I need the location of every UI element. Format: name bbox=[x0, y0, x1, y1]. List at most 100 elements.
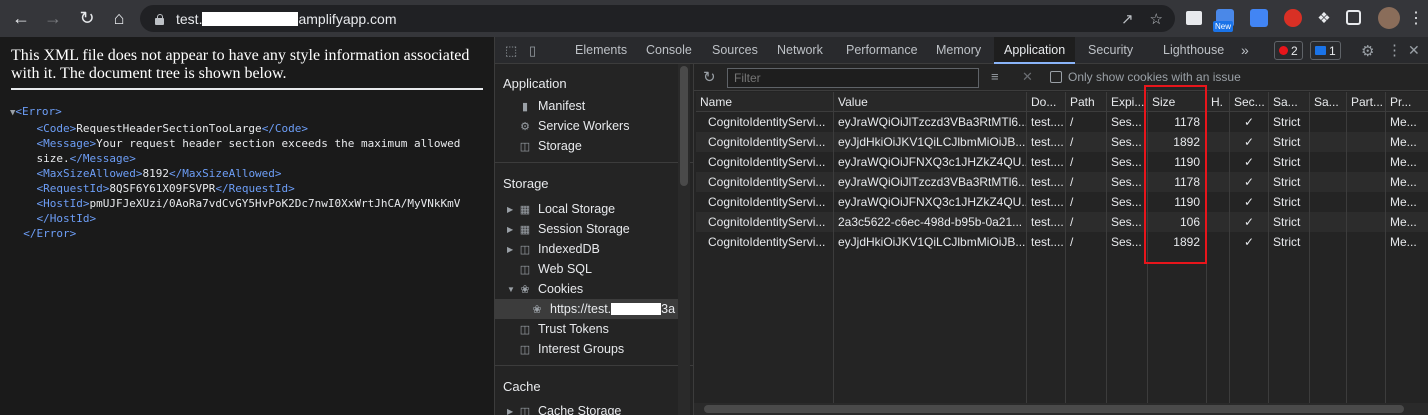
cookie-row[interactable]: CognitoIdentityServi... eyJjdHkiOiJKV1QiL… bbox=[696, 232, 1428, 252]
home-icon[interactable]: ⌂ bbox=[104, 3, 134, 33]
close-devtools-icon[interactable]: ✕ bbox=[1408, 42, 1420, 59]
google-translate-icon[interactable] bbox=[1250, 9, 1268, 27]
cell-priority: Me... bbox=[1386, 152, 1428, 172]
tab-security[interactable]: Security bbox=[1088, 37, 1133, 64]
column-header-priority[interactable]: Pr... bbox=[1386, 92, 1428, 112]
column-header-sameparty[interactable]: Sa... bbox=[1310, 92, 1347, 112]
errors-badge[interactable]: 2 bbox=[1274, 41, 1303, 60]
column-header-name[interactable]: Name bbox=[696, 92, 834, 112]
sidebar-item-storage[interactable]: ◫ Storage bbox=[517, 136, 582, 156]
address-bar[interactable]: test. amplifyapp.com ↗ ☆ bbox=[140, 5, 1175, 32]
sidebar-item-manifest[interactable]: ▮ Manifest bbox=[517, 96, 585, 116]
filter-input[interactable] bbox=[727, 68, 979, 88]
sidebar-item-interest-groups[interactable]: ◫ Interest Groups bbox=[517, 339, 624, 359]
scrollbar-thumb[interactable] bbox=[704, 405, 1404, 413]
origin-redaction bbox=[611, 303, 662, 315]
expand-arrow-icon[interactable]: ▶ bbox=[507, 205, 517, 214]
more-tabs-icon[interactable]: » bbox=[1241, 37, 1249, 64]
cookie-origin-prefix: https://test. bbox=[550, 302, 612, 316]
forward-arrow-icon[interactable]: → bbox=[38, 3, 68, 33]
sidebar-item-cookie-origin[interactable]: ❀ https://test. 3a bbox=[495, 299, 678, 319]
cell-priority: Me... bbox=[1386, 212, 1428, 232]
cookie-row[interactable]: CognitoIdentityServi... eyJraWQiOiJlTzczd… bbox=[696, 172, 1428, 192]
sidebar-scrollbar[interactable] bbox=[678, 64, 690, 415]
sidebar-item-cache-storage[interactable]: ▶ ◫ Cache Storage bbox=[507, 401, 621, 415]
tab-application[interactable]: Application bbox=[994, 37, 1076, 64]
browser-menu-icon[interactable]: ⋮ bbox=[1408, 8, 1424, 28]
database-icon: ◫ bbox=[519, 405, 531, 415]
tab-performance[interactable]: Performance bbox=[846, 37, 918, 64]
expand-arrow-icon[interactable]: ▶ bbox=[507, 407, 517, 415]
sidebar-item-service-workers[interactable]: ⚙ Service Workers bbox=[517, 116, 629, 136]
only-issues-toggle[interactable]: Only show cookies with an issue bbox=[1050, 70, 1241, 84]
column-header-httponly[interactable]: H. bbox=[1207, 92, 1230, 112]
bookmark-star-icon[interactable]: ☆ bbox=[1150, 10, 1163, 28]
sidebar-item-trust-tokens[interactable]: ◫ Trust Tokens bbox=[517, 319, 609, 339]
expand-arrow-icon[interactable]: ▶ bbox=[507, 245, 517, 254]
tab-sources[interactable]: Sources bbox=[712, 37, 758, 64]
sidebar-item-label: Local Storage bbox=[538, 202, 616, 216]
tab-lighthouse[interactable]: Lighthouse bbox=[1163, 37, 1224, 64]
cookies-panel: ↻ ≡ ✕ Only show cookies with an issue Na… bbox=[694, 64, 1428, 415]
messages-badge[interactable]: 1 bbox=[1310, 41, 1341, 60]
table-horizontal-scrollbar[interactable] bbox=[694, 403, 1428, 415]
column-header-secure[interactable]: Sec... bbox=[1230, 92, 1269, 112]
cell-value: eyJjdHkiOiJKV1QiLCJlbmMiOiJB... bbox=[834, 132, 1027, 152]
column-header-path[interactable]: Path bbox=[1066, 92, 1107, 112]
cell-path: / bbox=[1066, 112, 1107, 132]
reload-icon[interactable]: ↻ bbox=[72, 3, 102, 33]
settings-gear-icon[interactable]: ⚙ bbox=[1361, 42, 1374, 60]
tab-memory[interactable]: Memory bbox=[936, 37, 981, 64]
sidebar-item-session-storage[interactable]: ▶ ▦ Session Storage bbox=[507, 219, 630, 239]
devtools-tabbar: ⬚ ▯ Elements Console Sources Network Per… bbox=[495, 37, 1428, 64]
sidebar-item-web-sql[interactable]: ◫ Web SQL bbox=[517, 259, 592, 279]
cell-domain: test.... bbox=[1027, 232, 1066, 252]
cell-name: CognitoIdentityServi... bbox=[696, 152, 834, 172]
clear-filtered-icon[interactable]: ≡ bbox=[991, 69, 999, 84]
cell-partition-key bbox=[1347, 112, 1386, 132]
grid-icon: ▦ bbox=[519, 203, 531, 216]
tab-search-extension-icon[interactable] bbox=[1186, 11, 1202, 25]
tab-console[interactable]: Console bbox=[646, 37, 692, 64]
cell-sameparty bbox=[1310, 152, 1347, 172]
sidebar-item-label: Cookies bbox=[538, 282, 584, 296]
side-panel-icon[interactable] bbox=[1346, 10, 1361, 25]
column-header-expires[interactable]: Expi... bbox=[1107, 92, 1148, 112]
cell-name: CognitoIdentityServi... bbox=[696, 232, 834, 252]
collapse-arrow-icon[interactable]: ▼ bbox=[507, 285, 517, 294]
back-arrow-icon[interactable]: ← bbox=[6, 3, 36, 33]
host-id-open-tag: <HostId> bbox=[36, 197, 90, 210]
cookie-row[interactable]: CognitoIdentityServi... eyJraWQiOiJFNXQ3c… bbox=[696, 152, 1428, 172]
share-icon[interactable]: ↗ bbox=[1121, 10, 1134, 28]
column-header-partition-key[interactable]: Part... bbox=[1347, 92, 1386, 112]
refresh-icon[interactable]: ↻ bbox=[703, 68, 716, 86]
scrollbar-thumb[interactable] bbox=[680, 66, 688, 186]
red-extension-icon[interactable] bbox=[1284, 9, 1302, 27]
devtools-menu-icon[interactable]: ⋮ bbox=[1387, 41, 1402, 59]
column-header-value[interactable]: Value bbox=[834, 92, 1027, 112]
tab-elements[interactable]: Elements bbox=[575, 37, 627, 64]
cookie-row[interactable]: CognitoIdentityServi... eyJraWQiOiJFNXQ3c… bbox=[696, 192, 1428, 212]
extensions-puzzle-icon[interactable]: ❖ bbox=[1315, 9, 1333, 27]
sidebar-item-label: Web SQL bbox=[538, 262, 592, 276]
cookie-row[interactable]: CognitoIdentityServi... eyJjdHkiOiJKV1QiL… bbox=[696, 132, 1428, 152]
code-close-tag: </Code> bbox=[261, 122, 309, 135]
tab-network[interactable]: Network bbox=[777, 37, 823, 64]
sidebar-item-cookies[interactable]: ▼ ❀ Cookies bbox=[507, 279, 583, 299]
column-header-samesite[interactable]: Sa... bbox=[1269, 92, 1310, 112]
cookie-icon: ❀ bbox=[532, 303, 542, 316]
sidebar-item-indexeddb[interactable]: ▶ ◫ IndexedDB bbox=[507, 239, 600, 259]
device-toolbar-icon[interactable]: ▯ bbox=[529, 43, 536, 59]
message-value: Your request header section exceeds the … bbox=[96, 137, 461, 150]
sidebar-item-local-storage[interactable]: ▶ ▦ Local Storage bbox=[507, 199, 615, 219]
column-header-domain[interactable]: Do... bbox=[1027, 92, 1066, 112]
cell-secure: ✓ bbox=[1230, 152, 1269, 172]
inspect-element-icon[interactable]: ⬚ bbox=[505, 43, 517, 59]
cookie-row[interactable]: CognitoIdentityServi... 2a3c5622-c6ec-498… bbox=[696, 212, 1428, 232]
only-issues-checkbox[interactable] bbox=[1050, 71, 1062, 83]
expand-arrow-icon[interactable]: ▶ bbox=[507, 225, 517, 234]
cookie-row[interactable]: CognitoIdentityServi... eyJraWQiOiJlTzczd… bbox=[696, 112, 1428, 132]
cell-domain: test.... bbox=[1027, 152, 1066, 172]
profile-avatar[interactable] bbox=[1378, 7, 1400, 29]
delete-selected-icon[interactable]: ✕ bbox=[1022, 69, 1033, 85]
